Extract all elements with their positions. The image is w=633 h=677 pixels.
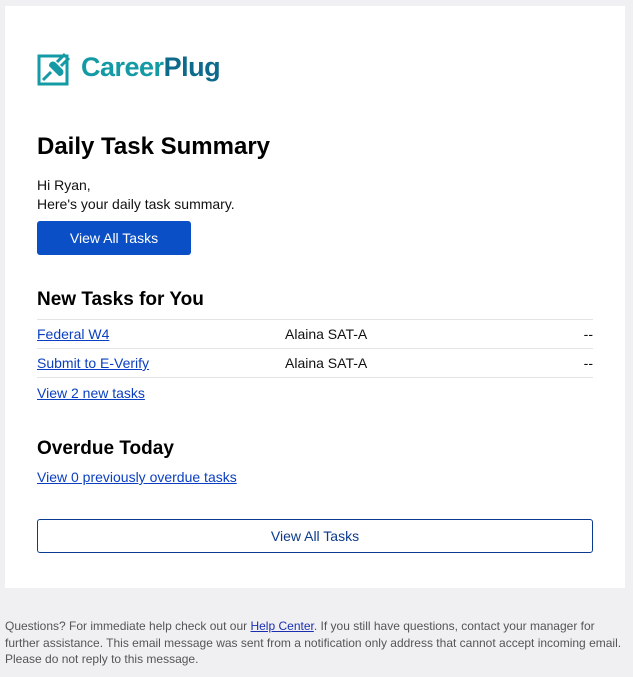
task-assignee: Alaina SAT-A: [285, 355, 368, 371]
task-link[interactable]: Submit to E-Verify: [37, 349, 149, 377]
view-overdue-tasks-link[interactable]: View 0 previously overdue tasks: [37, 469, 237, 485]
view-all-tasks-outline-button[interactable]: View All Tasks: [37, 519, 593, 553]
careerplug-plug-icon: [37, 52, 71, 86]
task-link[interactable]: Federal W4: [37, 320, 109, 348]
view-new-tasks-link[interactable]: View 2 new tasks: [37, 385, 145, 401]
task-due: --: [583, 326, 593, 342]
footer-text-1: Questions? For immediate help check out …: [5, 619, 251, 633]
brand-name-part2: Plug: [163, 51, 221, 82]
greeting: Hi Ryan, Here's your daily task summary.: [37, 176, 235, 214]
new-tasks-table: Federal W4 Alaina SAT-A -- Submit to E-V…: [37, 319, 593, 378]
page-title: Daily Task Summary: [37, 133, 271, 160]
email-card: CareerPlug Daily Task Summary Hi Ryan, H…: [5, 6, 625, 588]
new-tasks-heading: New Tasks for You: [37, 289, 204, 310]
footer-disclaimer: Questions? For immediate help check out …: [5, 618, 627, 668]
table-row: Federal W4 Alaina SAT-A --: [37, 320, 593, 349]
brand-name: CareerPlug: [81, 51, 221, 83]
task-due: --: [583, 355, 593, 371]
help-center-link[interactable]: Help Center: [250, 619, 313, 633]
brand-name-part1: Career: [81, 51, 164, 82]
view-all-tasks-button[interactable]: View All Tasks: [37, 221, 191, 255]
greeting-line-1: Hi Ryan,: [37, 177, 91, 193]
greeting-line-2: Here's your daily task summary.: [37, 196, 235, 212]
careerplug-logo: CareerPlug: [37, 48, 221, 86]
task-assignee: Alaina SAT-A: [285, 326, 368, 342]
overdue-heading: Overdue Today: [37, 438, 174, 459]
table-row: Submit to E-Verify Alaina SAT-A --: [37, 349, 593, 378]
